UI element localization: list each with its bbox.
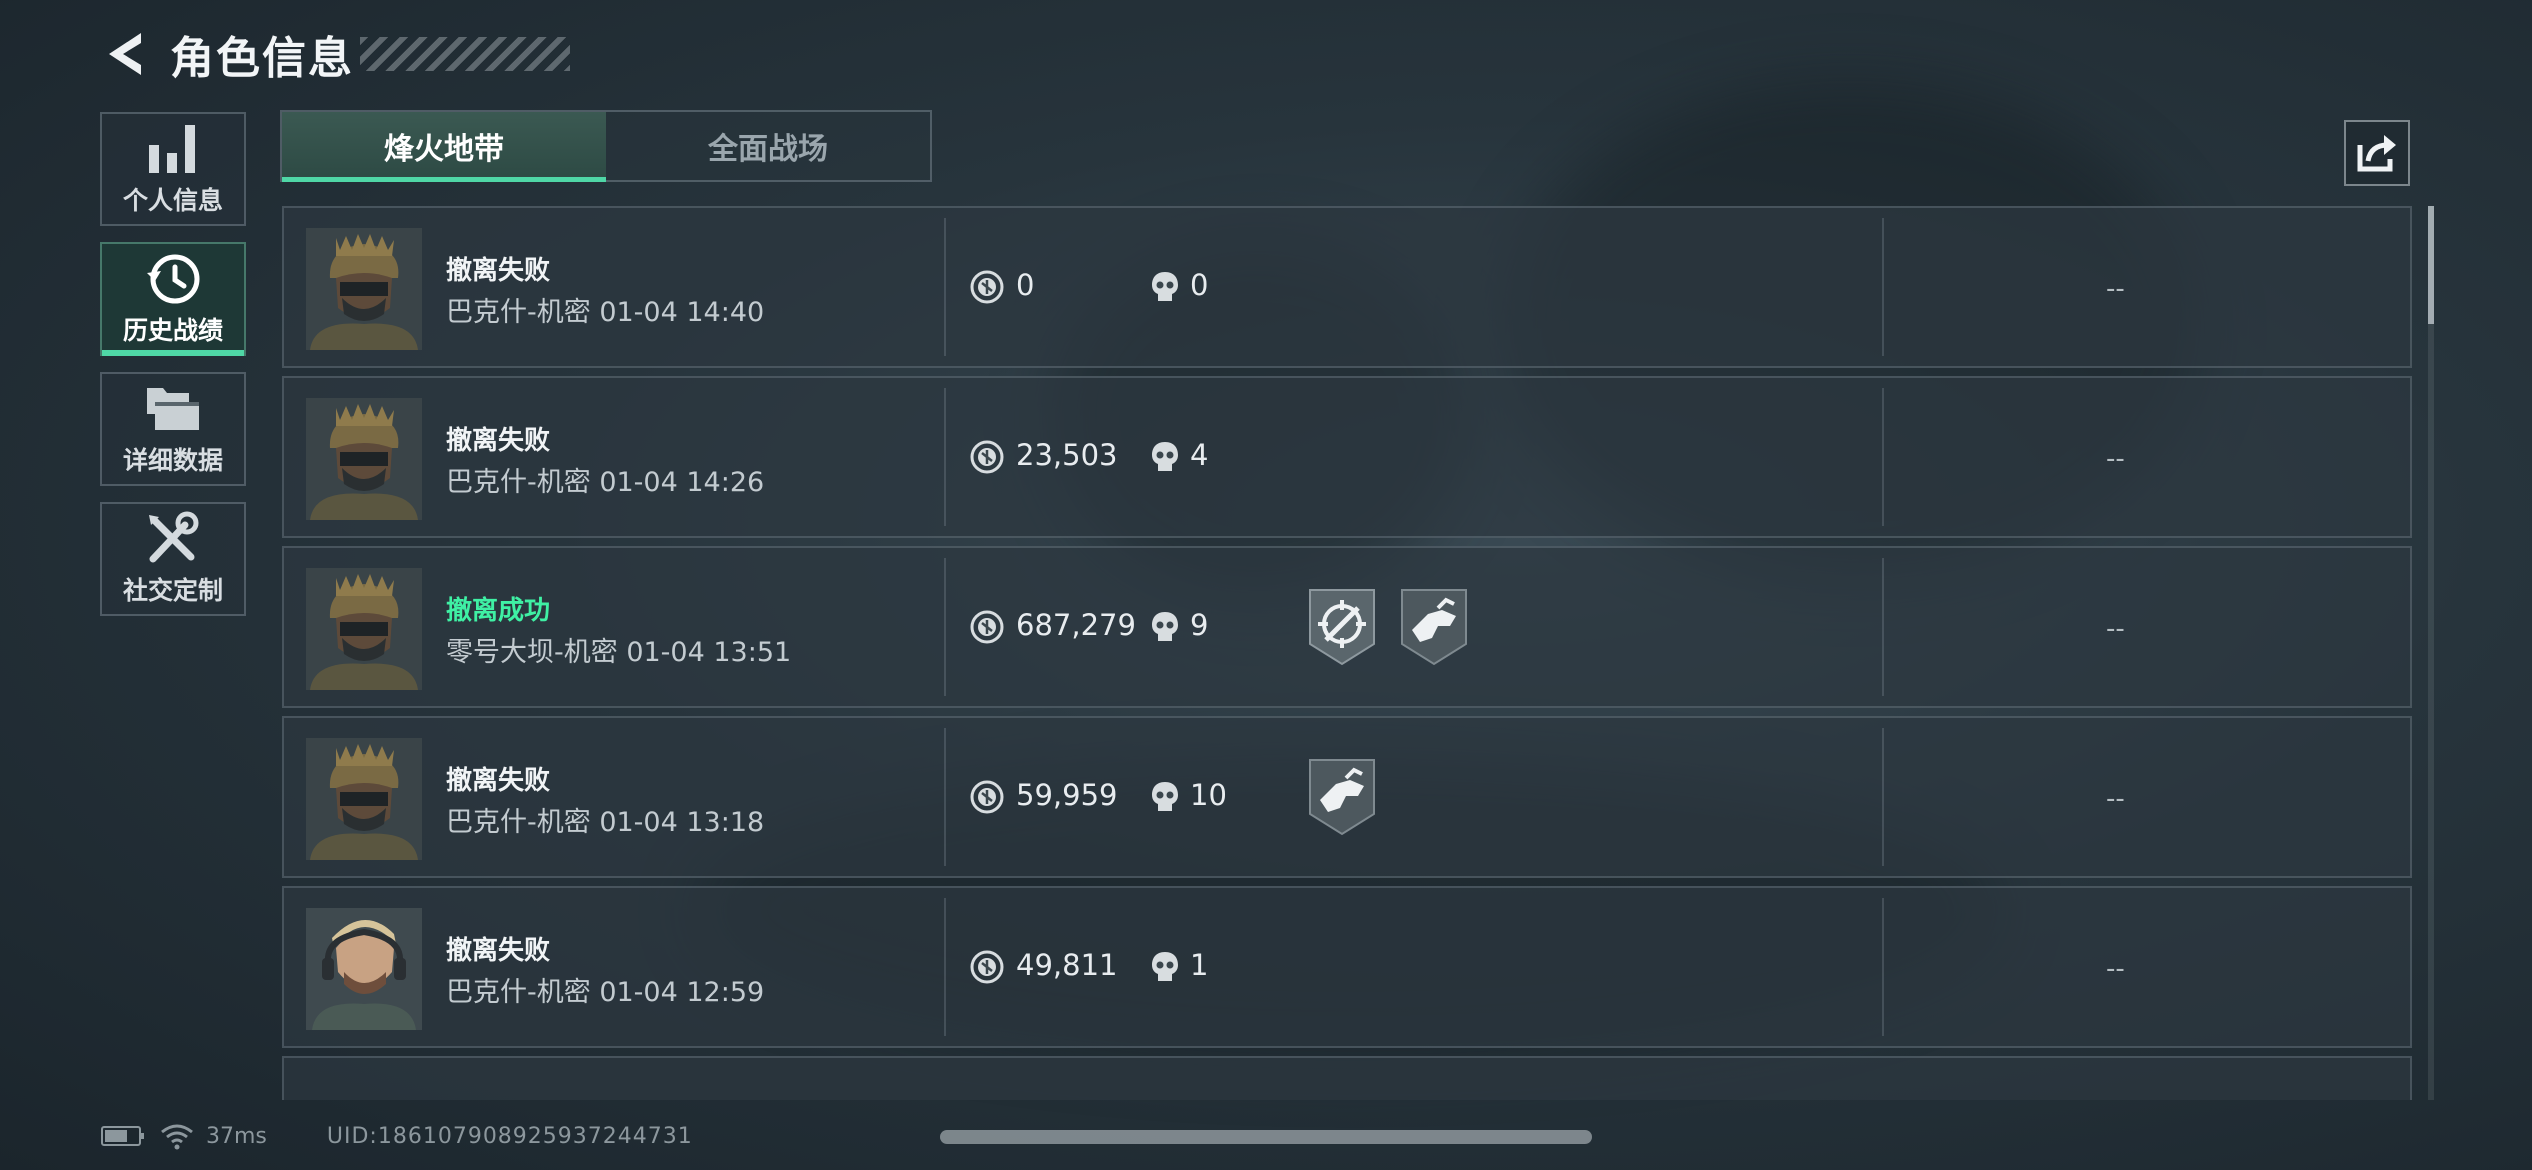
skull-icon: [1150, 270, 1180, 308]
wifi-icon: [161, 1124, 193, 1150]
hand-gun-badge-icon[interactable]: [1306, 756, 1378, 842]
column-divider: [1882, 388, 1884, 526]
nav-item-personal-info[interactable]: 个人信息: [100, 112, 246, 226]
extraction-status: 撤离失败: [446, 426, 551, 456]
kill-count: 0: [1190, 268, 1209, 302]
crosshair-rifle-badge-icon[interactable]: [1306, 586, 1378, 672]
tab-full-battlefield[interactable]: 全面战场: [606, 112, 930, 180]
share-button[interactable]: [2344, 120, 2410, 186]
skull-icon: [1150, 610, 1180, 648]
folders-icon: [147, 388, 199, 430]
skull-icon: [1150, 950, 1180, 988]
table-row[interactable]: 撤离失败巴克什-机密 01-04 13:18 59,959 10 --: [282, 716, 2412, 878]
extraction-status: 撤离失败: [446, 936, 551, 966]
nav-item-detailed-data[interactable]: 详细数据: [100, 372, 246, 486]
nav-item-social-custom[interactable]: 社交定制: [100, 502, 246, 616]
header: 角色信息: [100, 26, 570, 84]
match-history-list[interactable]: 撤离失败 巴克什-机密 01-04 14:40 0 0 -- 撤离失败 巴克什-机密 01-…: [282, 206, 2412, 1100]
kill-count: 4: [1190, 438, 1209, 472]
column-divider: [944, 558, 946, 696]
back-button[interactable]: [100, 28, 148, 80]
scroll-thumb[interactable]: [2428, 206, 2434, 324]
column-divider: [944, 218, 946, 356]
coin-icon: [970, 780, 1004, 818]
map-and-time: 巴克什-机密 01-04 14:26: [446, 467, 765, 498]
column-divider: [1882, 898, 1884, 1036]
kill-count: 9: [1190, 608, 1209, 642]
extraction-status: 撤离成功: [446, 596, 551, 626]
side-nav: 个人信息 历史战绩 详细数据 社交定制: [100, 112, 248, 632]
nav-label: 详细数据: [122, 446, 223, 475]
coin-icon: [970, 440, 1004, 478]
extra-info: --: [2106, 954, 2125, 984]
skull-icon: [1150, 440, 1180, 478]
nav-label: 历史战绩: [122, 316, 223, 345]
extraction-status: 撤离失败: [446, 256, 551, 286]
tab-firezone[interactable]: 烽火地带: [282, 112, 606, 182]
map-and-time: 巴克什-机密 01-04 13:18: [446, 807, 765, 838]
status-footer: 37ms UID:1861079089259372447​31: [100, 1118, 693, 1154]
column-divider: [944, 388, 946, 526]
extra-info: --: [2106, 614, 2125, 644]
skull-icon: [1150, 780, 1180, 818]
map-and-time: 零号大坝-机密 01-04 13:51: [446, 637, 792, 668]
avatar: [306, 398, 422, 520]
loot-value: 0: [1016, 268, 1035, 302]
scrollbar[interactable]: [2428, 206, 2434, 1100]
kill-count: 10: [1190, 778, 1227, 812]
map-and-time: 巴克什-机密 01-04 14:40: [446, 297, 765, 328]
map-and-time: 巴克什-机密 01-04 12:59: [446, 977, 765, 1008]
column-divider: [944, 728, 946, 866]
column-divider: [944, 898, 946, 1036]
table-row[interactable]: 撤离失败巴克什-机密 01-04 12:59 49,811 1 --: [282, 886, 2412, 1048]
column-divider: [1882, 558, 1884, 696]
table-row[interactable]: 撤离失败巴克什-机密 01-04 14:40 0 0 --: [282, 206, 2412, 368]
loot-value: 59,959: [1016, 778, 1118, 812]
uid-text: UID:1861079089259372447​31: [326, 1123, 693, 1149]
coin-icon: [970, 950, 1004, 988]
title-decoration: [360, 37, 570, 71]
share-icon: [2357, 135, 2396, 172]
extra-info: --: [2106, 784, 2125, 814]
nav-label: 个人信息: [122, 186, 223, 215]
kill-count: 1: [1190, 948, 1209, 982]
avatar: [306, 568, 422, 690]
loot-value: 687,279: [1016, 608, 1136, 642]
table-row[interactable]: 撤离失败巴克什-机密 01-04 14:26 23,503 4 --: [282, 376, 2412, 538]
table-row-partial[interactable]: [282, 1056, 2412, 1100]
extraction-status: 撤离失败: [446, 766, 551, 796]
history-clock-icon: [147, 254, 200, 304]
coin-icon: [970, 610, 1004, 648]
page-title: 角色信息: [170, 33, 354, 84]
column-divider: [1882, 728, 1884, 866]
bar-chart-icon: [149, 125, 195, 173]
loot-value: 49,811: [1016, 948, 1118, 982]
nav-label: 社交定制: [122, 576, 223, 605]
mode-tabs: 烽火地带 全面战场: [280, 110, 932, 182]
extra-info: --: [2106, 444, 2125, 474]
back-arrow-icon: [109, 33, 141, 75]
battery-icon: [101, 1126, 144, 1146]
avatar: [306, 738, 422, 860]
extra-info: --: [2106, 274, 2125, 304]
tools-icon: [149, 511, 199, 563]
ping-text: 37ms: [206, 1123, 267, 1149]
avatar: [306, 228, 422, 350]
table-row[interactable]: 撤离成功零号大坝-机密 01-04 13:51 687,279 9 --: [282, 546, 2412, 708]
column-divider: [1882, 218, 1884, 356]
coin-icon: [970, 270, 1004, 308]
nav-item-history[interactable]: 历史战绩: [100, 242, 246, 356]
loot-value: 23,503: [1016, 438, 1118, 472]
hand-gun-badge-icon[interactable]: [1398, 586, 1470, 672]
home-indicator[interactable]: [940, 1130, 1592, 1144]
avatar: [306, 908, 422, 1030]
